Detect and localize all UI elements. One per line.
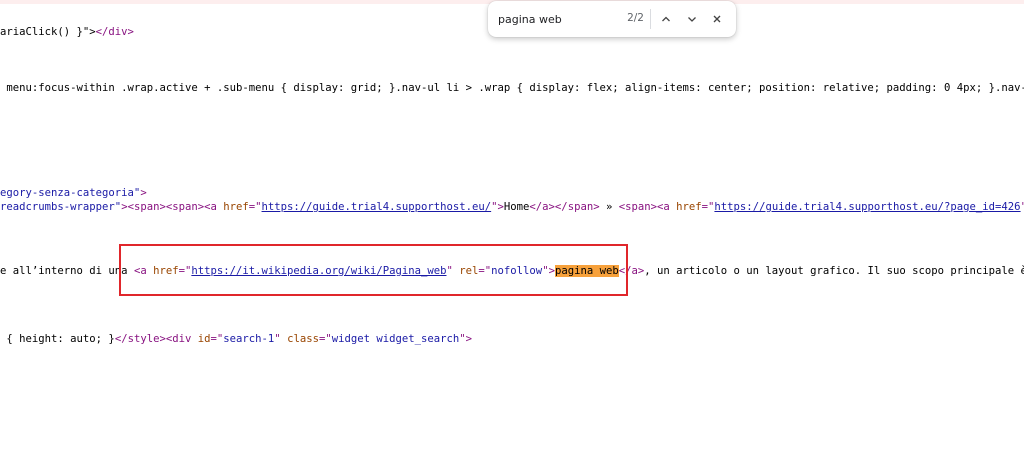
html-tag: ><span><span><a: [121, 201, 224, 213]
source-line: readcrumbs-wrapper"><span><span><a href=…: [0, 200, 1024, 214]
page-source-view: ariaClick() }"></div> menu:focus-within …: [0, 0, 1024, 467]
html-tag: ": [274, 333, 288, 345]
attribute-value: widget widget_search: [331, 333, 460, 345]
chevron-down-icon: [688, 17, 696, 22]
html-tag: >: [140, 187, 147, 199]
code-text: ariaClick() }">: [0, 26, 96, 38]
html-tag: ">: [491, 201, 504, 213]
attribute-name: id: [197, 333, 211, 345]
find-match-count: 2/2: [627, 12, 644, 24]
find-close-button[interactable]: [707, 9, 727, 29]
close-icon: [713, 15, 721, 23]
annotation-highlight-box: [119, 244, 628, 296]
attribute-name: class: [287, 333, 319, 345]
source-link[interactable]: https://guide.trial4.supporthost.eu/: [262, 201, 492, 213]
find-input[interactable]: [498, 10, 606, 28]
html-tag: ">: [1021, 201, 1024, 213]
find-previous-button[interactable]: [656, 9, 676, 29]
source-line: { height: auto; }</style><div id="search…: [0, 332, 472, 346]
find-next-button[interactable]: [682, 9, 702, 29]
code-text: Home: [503, 201, 530, 213]
attribute-value: readcrumbs-wrapper": [0, 201, 122, 213]
source-line: menu:focus-within .wrap.active + .sub-me…: [0, 81, 1024, 95]
code-text: { height: auto; }: [0, 333, 115, 345]
html-tag: ">: [459, 333, 473, 345]
html-tag: =": [210, 333, 224, 345]
html-tag: =": [318, 333, 332, 345]
attribute-name: href: [223, 201, 249, 213]
attribute-value: egory-senza-categoria": [0, 187, 141, 199]
html-tag: </style><div: [114, 333, 198, 345]
html-tag: <span><a: [618, 201, 677, 213]
code-text: , un articolo o un layout grafico. Il su…: [644, 265, 1024, 277]
html-tag: =": [248, 201, 262, 213]
chevron-up-icon: [662, 16, 670, 22]
find-bar-separator: [650, 9, 651, 29]
html-tag: </div>: [95, 26, 134, 38]
source-line: egory-senza-categoria">: [0, 186, 147, 200]
attribute-value: search-1: [223, 333, 275, 345]
source-link[interactable]: https://guide.trial4.supporthost.eu/?pag…: [714, 201, 1020, 213]
code-text: menu:focus-within .wrap.active + .sub-me…: [0, 82, 1024, 94]
html-tag: </a></span>: [529, 201, 600, 213]
attribute-name: href: [676, 201, 702, 213]
code-text: e all’interno di una: [0, 265, 134, 277]
source-line: ariaClick() }"></div>: [0, 25, 134, 39]
html-tag: =": [701, 201, 715, 213]
code-text: »: [599, 201, 619, 213]
find-bar: 2/2: [488, 1, 736, 37]
